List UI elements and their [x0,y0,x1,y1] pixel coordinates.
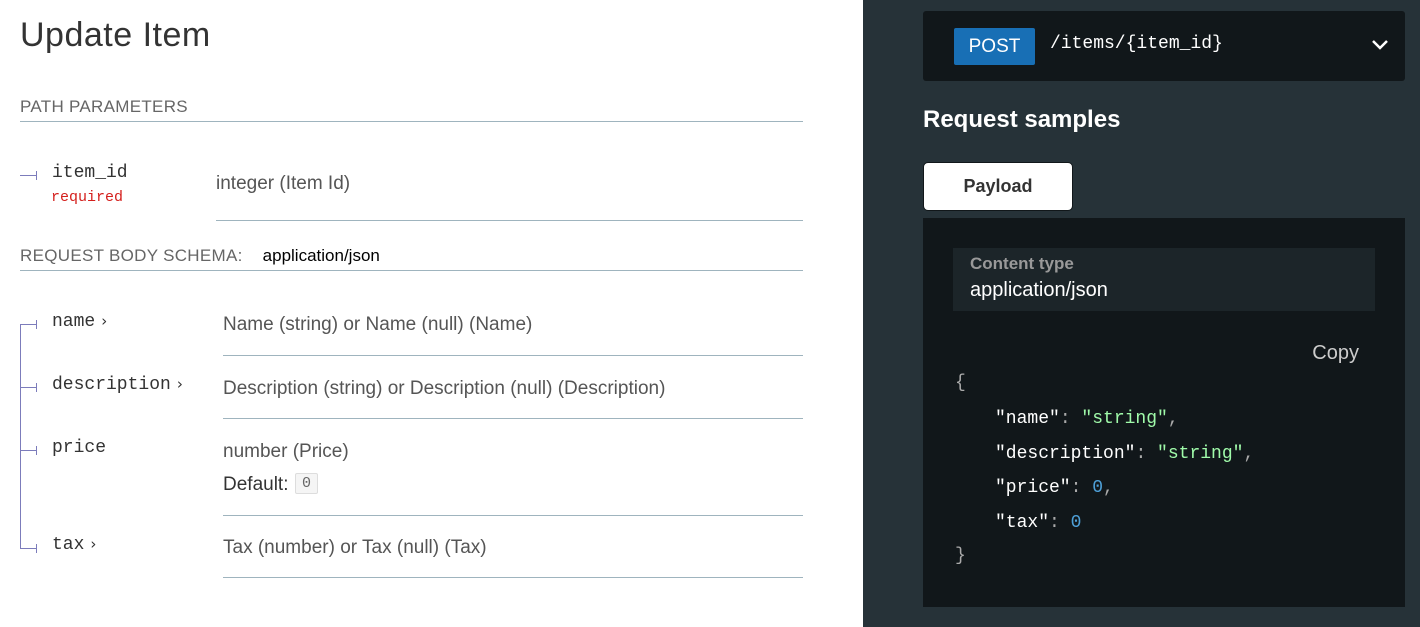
default-value: 0 [295,473,319,494]
page-title: Update Item [20,16,211,54]
tree-cap [36,544,37,553]
payload-sample: Content type application/json Copy { "na… [923,218,1405,607]
json-line: "description": "string", [995,444,1255,464]
tree-line [20,324,21,549]
tree-connector [20,175,36,176]
field-name[interactable]: name › [52,312,107,332]
endpoint-bar[interactable]: POST /items/{item_id} [923,11,1405,81]
field-type-name: Name (string) or Name (null) (Name) [223,314,533,335]
tree-cap [36,383,37,392]
path-parameters-heading: PATH PARAMETERS [20,97,803,122]
request-body-heading: REQUEST BODY SCHEMA: application/json [20,246,803,271]
chevron-right-icon[interactable]: › [177,375,183,393]
tree-connector [20,324,36,325]
path-parameters-label: PATH PARAMETERS [20,97,188,116]
field-tax[interactable]: tax › [52,535,96,555]
divider [223,355,803,356]
divider [223,418,803,419]
request-samples-title: Request samples [923,106,1121,133]
field-price: price [52,438,107,458]
field-type-tax: Tax (number) or Tax (null) (Tax) [223,537,487,558]
chevron-right-icon[interactable]: › [101,312,107,330]
tree-cap [36,446,37,455]
media-type: application/json [262,246,380,265]
divider [223,515,803,516]
request-body-label: REQUEST BODY SCHEMA: [20,246,243,265]
tree-cap [36,171,37,180]
tree-connector [20,387,36,388]
field-type-price: number (Price) [223,441,349,462]
tree-connector [20,450,36,451]
content-type-label: Content type [970,254,1074,273]
json-line: "tax": 0 [995,513,1082,533]
required-badge: required [51,189,124,206]
chevron-down-icon[interactable] [1369,33,1391,55]
http-method-badge: POST [954,28,1035,65]
samples-panel: POST /items/{item_id} Request samples Pa… [863,0,1420,627]
content-type-value: application/json [970,279,1108,301]
copy-button[interactable]: Copy [1312,342,1359,365]
field-name-label: name [52,312,96,332]
param-name-item-id: item_id [52,163,128,183]
json-close-brace: } [955,546,966,566]
json-line: "price": 0, [995,478,1114,498]
divider [223,577,803,578]
field-type-description: Description (string) or Description (nul… [223,378,666,399]
tree-connector [20,548,36,549]
chevron-right-icon[interactable]: › [90,535,96,553]
field-description-label: description [52,375,171,395]
content-type-box[interactable]: Content type application/json [953,248,1375,311]
default-label: Default: [223,474,289,495]
param-type-item-id: integer (Item Id) [216,173,351,194]
field-description[interactable]: description › [52,375,183,395]
divider [216,220,803,221]
json-open-brace: { [955,373,966,393]
json-line: "name": "string", [995,409,1179,429]
endpoint-path: /items/{item_id} [1050,34,1223,54]
tree-cap [36,320,37,329]
field-tax-label: tax [52,535,85,555]
tab-payload[interactable]: Payload [923,162,1073,211]
docs-panel: Update Item PATH PARAMETERS item_id requ… [0,0,863,627]
